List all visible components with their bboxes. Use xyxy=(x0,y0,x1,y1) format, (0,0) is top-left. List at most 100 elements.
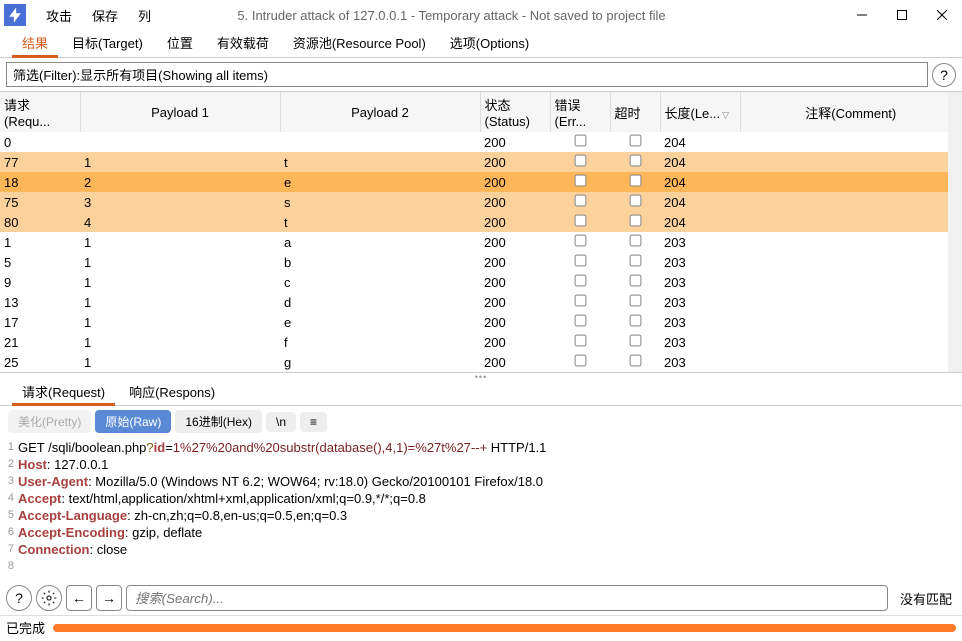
error-checkbox[interactable] xyxy=(574,275,586,287)
table-row[interactable]: 91c200203 xyxy=(0,272,962,292)
table-row[interactable]: 804t200204 xyxy=(0,212,962,232)
view-pretty-button[interactable]: 美化(Pretty) xyxy=(8,410,91,433)
window-controls xyxy=(842,0,962,30)
error-checkbox[interactable] xyxy=(574,195,586,207)
col-request[interactable]: 请求(Requ... xyxy=(0,92,80,132)
error-checkbox[interactable] xyxy=(574,255,586,267)
status-text: 已完成 xyxy=(6,618,45,637)
progress-bar xyxy=(53,624,956,632)
window-title: 5. Intruder attack of 127.0.0.1 - Tempor… xyxy=(61,8,842,23)
code-line: GET /sqli/boolean.php?id=1%27%20and%20su… xyxy=(18,439,546,456)
timeout-checkbox[interactable] xyxy=(629,315,641,327)
request-response-tabs: 请求(Request) 响应(Respons) xyxy=(0,380,962,406)
col-comment[interactable]: 注释(Comment) xyxy=(740,92,962,132)
error-checkbox[interactable] xyxy=(574,355,586,367)
tab-payloads[interactable]: 有效载荷 xyxy=(205,28,281,57)
line-number: 2 xyxy=(0,456,18,473)
tab-results[interactable]: 结果 xyxy=(10,28,60,57)
col-payload1[interactable]: Payload 1 xyxy=(80,92,280,132)
sort-caret-icon: ▽ xyxy=(722,110,729,120)
timeout-checkbox[interactable] xyxy=(629,135,641,147)
table-row[interactable]: 753s200204 xyxy=(0,192,962,212)
code-line: Accept-Language: zh-cn,zh;q=0.8,en-us;q=… xyxy=(18,507,347,524)
table-row[interactable]: 0200204 xyxy=(0,132,962,152)
status-bar: 已完成 xyxy=(0,615,962,641)
title-bar: 攻击 保存 列 5. Intruder attack of 127.0.0.1 … xyxy=(0,0,962,30)
error-checkbox[interactable] xyxy=(574,215,586,227)
code-line: Connection: close xyxy=(18,541,127,558)
results-table-wrap: 请求(Requ... Payload 1 Payload 2 状态(Status… xyxy=(0,91,962,372)
col-length[interactable]: 长度(Le...▽ xyxy=(660,92,740,132)
line-number: 3 xyxy=(0,473,18,490)
timeout-checkbox[interactable] xyxy=(629,195,641,207)
error-checkbox[interactable] xyxy=(574,295,586,307)
help-icon[interactable]: ? xyxy=(932,63,956,87)
table-row[interactable]: 251g200203 xyxy=(0,352,962,372)
line-number: 8 xyxy=(0,558,18,575)
error-checkbox[interactable] xyxy=(574,315,586,327)
tab-request[interactable]: 请求(Request) xyxy=(10,378,117,405)
timeout-checkbox[interactable] xyxy=(629,235,641,247)
close-button[interactable] xyxy=(922,0,962,30)
table-header-row: 请求(Requ... Payload 1 Payload 2 状态(Status… xyxy=(0,92,962,132)
code-line: Accept: text/html,application/xhtml+xml,… xyxy=(18,490,426,507)
next-button[interactable]: → xyxy=(96,585,122,611)
table-row[interactable]: 182e200204 xyxy=(0,172,962,192)
timeout-checkbox[interactable] xyxy=(629,175,641,187)
http-editor[interactable]: 1GET /sqli/boolean.php?id=1%27%20and%20s… xyxy=(0,437,962,581)
code-line: User-Agent: Mozilla/5.0 (Windows NT 6.2;… xyxy=(18,473,543,490)
search-input[interactable] xyxy=(126,585,888,611)
tab-resource-pool[interactable]: 资源池(Resource Pool) xyxy=(281,28,438,57)
table-row[interactable]: 51b200203 xyxy=(0,252,962,272)
search-bar: ? ← → 没有匹配 xyxy=(0,581,962,615)
table-row[interactable]: 771t200204 xyxy=(0,152,962,172)
error-checkbox[interactable] xyxy=(574,235,586,247)
table-row[interactable]: 171e200203 xyxy=(0,312,962,332)
gear-icon xyxy=(41,590,57,606)
error-checkbox[interactable] xyxy=(574,135,586,147)
line-number: 7 xyxy=(0,541,18,558)
table-row[interactable]: 11a200203 xyxy=(0,232,962,252)
timeout-checkbox[interactable] xyxy=(629,275,641,287)
tab-positions[interactable]: 位置 xyxy=(155,28,205,57)
settings-button[interactable] xyxy=(36,585,62,611)
code-line: Accept-Encoding: gzip, deflate xyxy=(18,524,202,541)
app-logo xyxy=(4,4,26,26)
timeout-checkbox[interactable] xyxy=(629,335,641,347)
timeout-checkbox[interactable] xyxy=(629,355,641,367)
col-error[interactable]: 错误(Err... xyxy=(550,92,610,132)
tab-options[interactable]: 选项(Options) xyxy=(438,28,541,57)
table-row[interactable]: 131d200203 xyxy=(0,292,962,312)
col-status[interactable]: 状态(Status) xyxy=(480,92,550,132)
col-timeout[interactable]: 超时 xyxy=(610,92,660,132)
timeout-checkbox[interactable] xyxy=(629,215,641,227)
tab-target[interactable]: 目标(Target) xyxy=(60,28,155,57)
view-hex-button[interactable]: 16进制(Hex) xyxy=(175,410,262,433)
help-button[interactable]: ? xyxy=(6,585,32,611)
no-result-label: 没有匹配 xyxy=(900,589,952,608)
code-line: Host: 127.0.0.1 xyxy=(18,456,108,473)
tab-response[interactable]: 响应(Respons) xyxy=(117,378,227,405)
view-bar: 美化(Pretty) 原始(Raw) 16进制(Hex) \n ≡ xyxy=(0,406,962,437)
error-checkbox[interactable] xyxy=(574,155,586,167)
prev-button[interactable]: ← xyxy=(66,585,92,611)
table-row[interactable]: 211f200203 xyxy=(0,332,962,352)
error-checkbox[interactable] xyxy=(574,175,586,187)
error-checkbox[interactable] xyxy=(574,335,586,347)
col-payload2[interactable]: Payload 2 xyxy=(280,92,480,132)
vertical-scrollbar[interactable] xyxy=(948,92,962,372)
main-tabs: 结果 目标(Target) 位置 有效载荷 资源池(Resource Pool)… xyxy=(0,30,962,58)
results-table: 请求(Requ... Payload 1 Payload 2 状态(Status… xyxy=(0,92,962,372)
line-number: 6 xyxy=(0,524,18,541)
filter-bar: 筛选(Filter):显示所有项目(Showing all items) ? xyxy=(0,58,962,91)
minimize-button[interactable] xyxy=(842,0,882,30)
timeout-checkbox[interactable] xyxy=(629,155,641,167)
filter-box[interactable]: 筛选(Filter):显示所有项目(Showing all items) xyxy=(6,62,928,87)
view-newline-button[interactable]: \n xyxy=(266,412,296,432)
timeout-checkbox[interactable] xyxy=(629,255,641,267)
timeout-checkbox[interactable] xyxy=(629,295,641,307)
maximize-button[interactable] xyxy=(882,0,922,30)
view-menu-button[interactable]: ≡ xyxy=(300,412,327,432)
view-raw-button[interactable]: 原始(Raw) xyxy=(95,410,171,433)
line-number: 1 xyxy=(0,439,18,456)
